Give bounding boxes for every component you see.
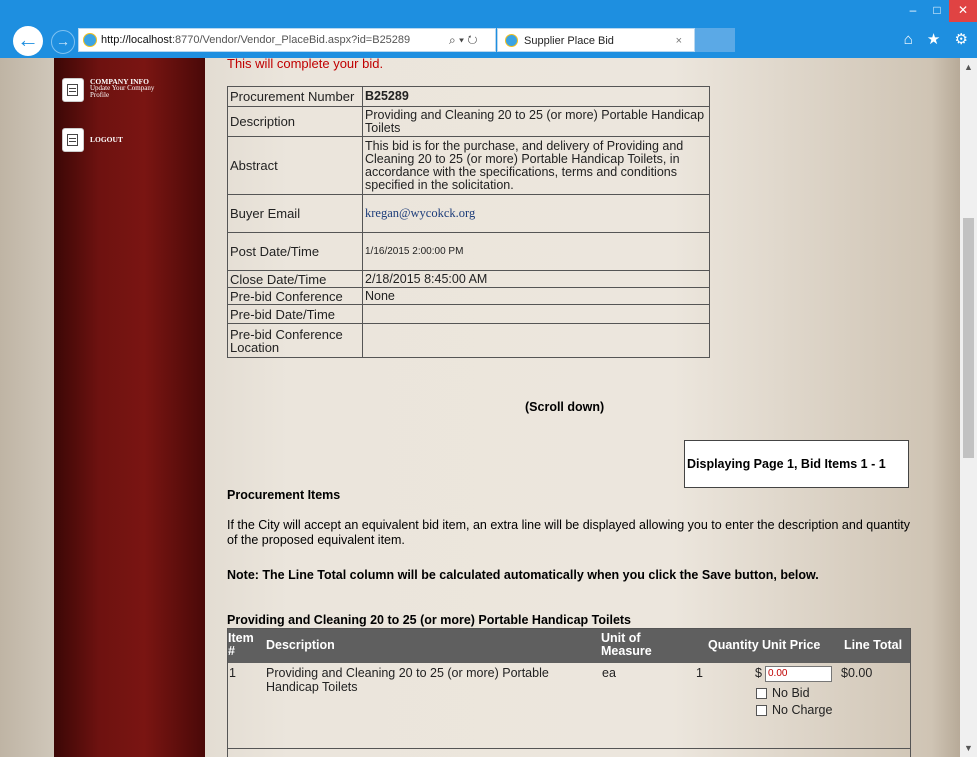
col-quantity: Quantity <box>708 638 759 652</box>
back-arrow-icon[interactable]: ← <box>13 26 43 56</box>
unit-price-input[interactable]: 0.00 <box>765 666 832 682</box>
close-window-icon[interactable]: ✕ <box>949 0 977 22</box>
abstract-value: This bid is for the purchase, and delive… <box>362 136 710 195</box>
scroll-hint: (Scroll down) <box>525 400 605 414</box>
procurement-number: B25289 <box>362 86 710 107</box>
col-uom: Unit of Measure <box>601 631 652 658</box>
sidebar: COMPANY INFO Update Your Company Profile… <box>54 58 205 757</box>
close-date-value: 2/18/2015 8:45:00 AM <box>362 270 710 288</box>
table-row: Abstract This bid is for the purchase, a… <box>227 136 710 195</box>
table-row: Post Date/Time 1/16/2015 2:00:00 PM <box>227 232 710 271</box>
line-total-note: Note: The Line Total column will be calc… <box>227 568 819 582</box>
vertical-scrollbar[interactable]: ▲ ▼ <box>960 58 977 757</box>
no-bid-label: No Bid <box>772 686 810 700</box>
prebid-conf-value: None <box>362 287 710 305</box>
page-viewport: COMPANY INFO Update Your Company Profile… <box>0 58 960 757</box>
no-charge-checkbox[interactable]: No Charge <box>756 703 832 717</box>
checkbox-icon[interactable] <box>756 704 767 716</box>
table-row: Close Date/Time 2/18/2015 8:45:00 AM <box>227 270 710 288</box>
item-group-heading: Providing and Cleaning 20 to 25 (or more… <box>227 613 632 627</box>
table-footer <box>228 749 910 757</box>
sidebar-item-company-info[interactable]: COMPANY INFO Update Your Company Profile <box>62 78 154 102</box>
document-icon <box>62 128 84 152</box>
table-header: Item # Description Unit of Measure Quant… <box>228 629 910 663</box>
line-total-value: $0.00 <box>841 666 873 680</box>
maximize-icon[interactable]: □ <box>925 0 949 22</box>
tab-title: Supplier Place Bid <box>524 35 614 47</box>
table-row: Pre-bid Conference None <box>227 287 710 305</box>
checkbox-icon[interactable] <box>756 687 767 699</box>
minimize-icon[interactable]: – <box>901 0 925 22</box>
scroll-up-icon[interactable]: ▲ <box>964 62 973 72</box>
browser-tab[interactable]: Supplier Place Bid × <box>497 28 695 52</box>
sidebar-item-sub: Profile <box>90 91 110 99</box>
browser-chrome: – □ ✕ ← → http://localhost:8770/Vendor/V… <box>0 0 977 58</box>
prebid-location-value <box>362 323 710 358</box>
prebid-date-value <box>362 304 710 324</box>
forward-arrow-icon[interactable]: → <box>51 30 75 54</box>
col-item: Item # <box>228 631 254 658</box>
currency-symbol: $ <box>755 666 762 680</box>
table-row: Description Providing and Cleaning 20 to… <box>227 106 710 137</box>
table-row: Buyer Email kregan@wycokck.org <box>227 194 710 233</box>
scrollbar-thumb[interactable] <box>963 218 974 458</box>
new-tab-button[interactable] <box>695 28 735 52</box>
sidebar-item-logout[interactable]: LOGOUT <box>62 128 123 152</box>
sidebar-item-title: LOGOUT <box>90 135 123 144</box>
address-url[interactable]: http://localhost:8770/Vendor/Vendor_Plac… <box>101 29 410 51</box>
bid-items-table: Item # Description Unit of Measure Quant… <box>227 628 911 757</box>
item-number: 1 <box>229 666 236 680</box>
table-row: 1 Providing and Cleaning 20 to 25 (or mo… <box>228 663 910 749</box>
ie-logo-icon <box>83 33 97 47</box>
item-description: Providing and Cleaning 20 to 25 (or more… <box>266 666 549 694</box>
completion-message: This will complete your bid. <box>227 58 384 71</box>
item-uom: ea <box>602 666 616 680</box>
equivalent-item-text: If the City will accept an equivalent bi… <box>227 518 911 547</box>
search-refresh-icons[interactable]: ⌕ ▾ ↻ <box>449 29 478 51</box>
close-tab-icon[interactable]: × <box>676 29 682 53</box>
scroll-down-icon[interactable]: ▼ <box>964 743 973 753</box>
col-line-total: Line Total <box>844 638 903 652</box>
toolbar-icons[interactable]: ⌂ ★ ⚙ <box>904 30 973 48</box>
table-row: Procurement Number B25289 <box>227 86 710 107</box>
address-bar[interactable]: http://localhost:8770/Vendor/Vendor_Plac… <box>78 28 496 52</box>
table-row: Pre-bid Date/Time <box>227 304 710 324</box>
procurement-items-heading: Procurement Items <box>227 488 341 502</box>
description-value: Providing and Cleaning 20 to 25 (or more… <box>362 106 710 137</box>
bid-info-table: Procurement Number B25289 Description Pr… <box>227 86 710 358</box>
post-date-value: 1/16/2015 2:00:00 PM <box>362 232 710 271</box>
col-unit-price: Unit Price <box>762 638 821 652</box>
paging-status: Displaying Page 1, Bid Items 1 - 1 <box>684 440 909 488</box>
document-icon <box>62 78 84 102</box>
no-bid-checkbox[interactable]: No Bid <box>756 686 810 700</box>
window-controls: – □ ✕ <box>901 0 977 22</box>
col-description: Description <box>266 638 335 652</box>
buyer-email-link[interactable]: kregan@wycokck.org <box>365 206 475 220</box>
table-row: Pre-bid Conference Location <box>227 323 710 358</box>
no-charge-label: No Charge <box>772 703 833 717</box>
item-quantity: 1 <box>696 666 703 680</box>
ie-logo-icon <box>505 34 518 47</box>
